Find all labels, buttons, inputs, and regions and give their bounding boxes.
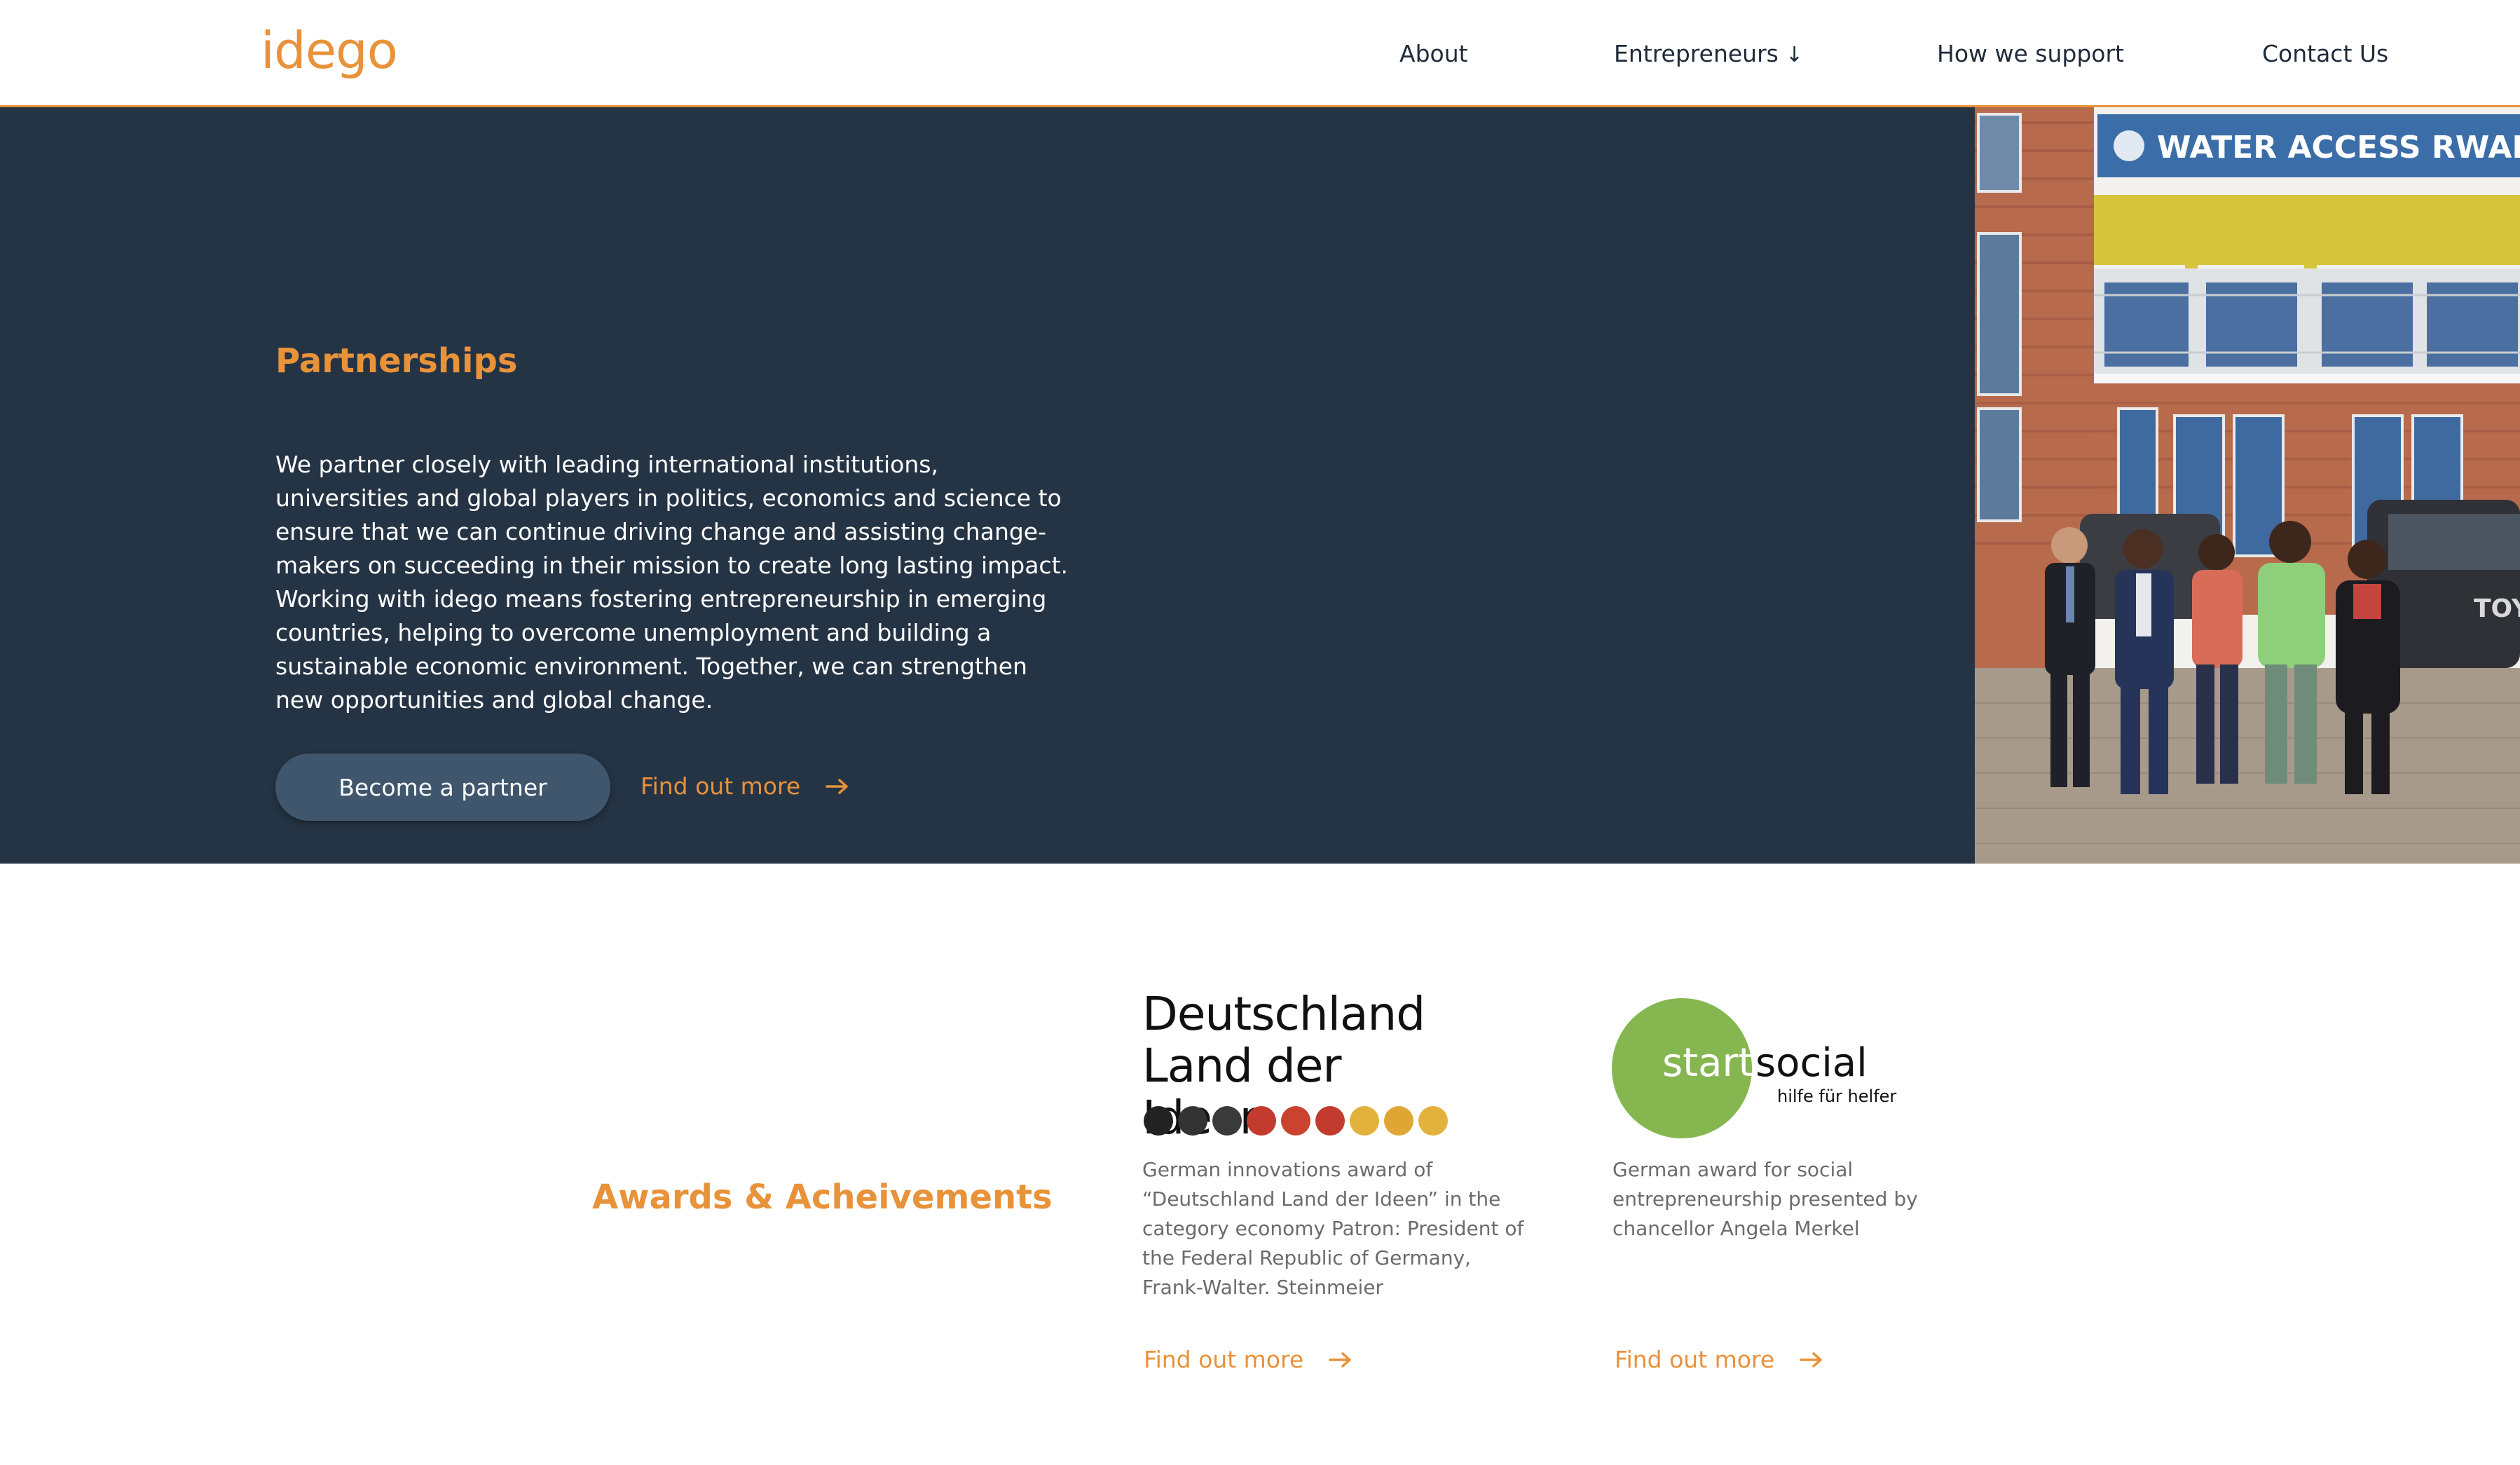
arrow-down-icon: ↓ xyxy=(1785,43,1803,67)
truck-badge-text: TOY xyxy=(2474,594,2520,623)
become-partner-button[interactable]: Become a partner xyxy=(275,754,610,821)
startsocial-start-text: start xyxy=(1662,1040,1754,1086)
flower-dots-icon xyxy=(1144,1106,1448,1136)
find-out-more-label: Find out more xyxy=(1615,1346,1775,1373)
team-photo-illustration: WATER ACCESS RWANDA TOY xyxy=(1975,107,2520,864)
award-description-dl: German innovations award of “Deutschland… xyxy=(1142,1158,1524,1299)
find-out-more-label: Find out more xyxy=(641,772,801,800)
award-description-startsocial: German award for social entrepreneurship… xyxy=(1612,1158,1918,1240)
award-startsocial-find-out-more-link[interactable]: Find out more xyxy=(1615,1343,1823,1377)
arrow-right-icon xyxy=(826,779,848,794)
arrow-right-icon xyxy=(1800,1352,1822,1368)
nav-entrepreneurs[interactable]: Entrepreneurs ↓ xyxy=(1614,36,1803,73)
logo-line-1: Deutschland xyxy=(1142,987,1425,1041)
nav-entrepreneurs-label: Entrepreneurs xyxy=(1614,40,1779,67)
startsocial-tagline: hilfe für helfer xyxy=(1777,1086,1897,1106)
partnership-photo: WATER ACCESS RWANDA TOY xyxy=(1975,107,2520,864)
startsocial-social-text: social xyxy=(1755,1040,1868,1086)
award-dl-find-out-more-link[interactable]: Find out more xyxy=(1144,1343,1353,1377)
site-header: idego About Entrepreneurs ↓ How we suppor… xyxy=(0,0,2520,107)
water-access-sign: WATER ACCESS RWANDA xyxy=(2157,130,2520,165)
partnerships-section: Partnerships We partner closely with lea… xyxy=(0,107,1975,864)
arrow-right-icon xyxy=(1329,1352,1351,1368)
partnerships-title: Partnerships xyxy=(275,341,518,381)
partnerships-find-out-more-link[interactable]: Find out more xyxy=(641,770,849,803)
partnerships-text: We partner closely with leading internat… xyxy=(275,451,1069,714)
find-out-more-label: Find out more xyxy=(1144,1346,1304,1373)
nav-about[interactable]: About xyxy=(1399,36,1468,71)
nav-contact-us[interactable]: Contact Us xyxy=(2262,36,2388,71)
idego-logo[interactable]: idego xyxy=(261,15,398,86)
awards-title: Awards & Acheivements xyxy=(592,1178,1053,1217)
startsocial-logo: start social hilfe für helfer xyxy=(1612,998,1906,1138)
deutschland-land-der-ideen-logo: Deutschland Land der Ideen xyxy=(1142,987,1451,1144)
nav-how-we-support[interactable]: How we support xyxy=(1937,36,2124,71)
